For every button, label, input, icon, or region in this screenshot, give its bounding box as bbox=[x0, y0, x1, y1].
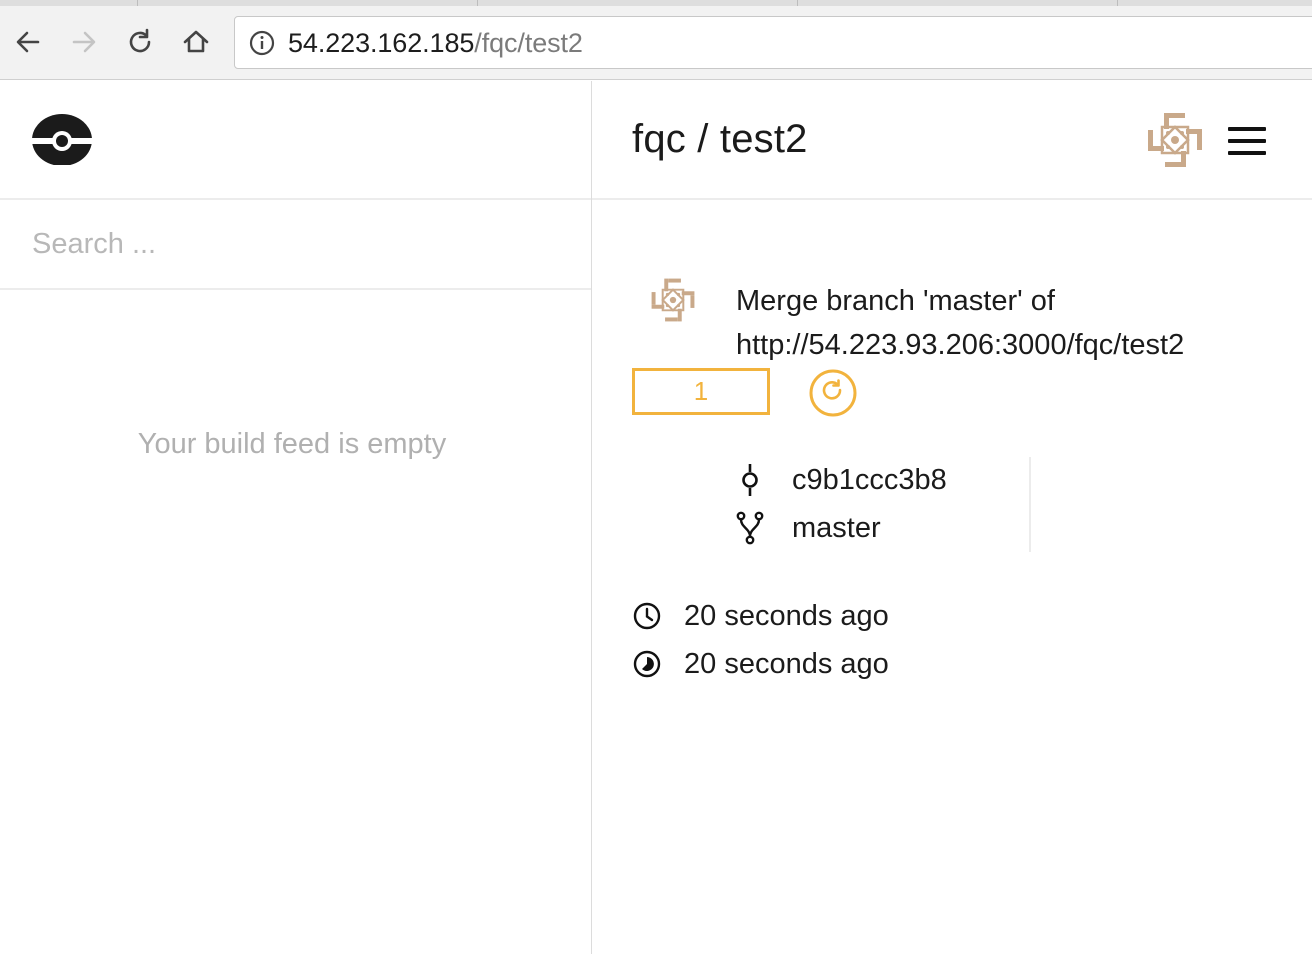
build-number-badge[interactable]: 1 bbox=[632, 368, 770, 415]
user-avatar[interactable] bbox=[1146, 111, 1204, 169]
address-url[interactable]: 54.223.162.185/fqc/test2 bbox=[288, 25, 583, 61]
home-button[interactable] bbox=[176, 22, 216, 62]
tab-strip bbox=[0, 0, 1312, 6]
commit-sha[interactable]: c9b1ccc3b8 bbox=[792, 464, 947, 497]
divider bbox=[0, 288, 591, 290]
divider bbox=[1029, 457, 1031, 552]
restart-build-icon[interactable] bbox=[808, 368, 858, 418]
menu-button[interactable] bbox=[1228, 127, 1266, 155]
url-path: /fqc/test2 bbox=[474, 28, 583, 58]
back-button[interactable] bbox=[8, 22, 48, 62]
url-host: 54.223.162.185 bbox=[288, 28, 475, 58]
page-title: fqc / test2 bbox=[632, 117, 808, 161]
commit-author-avatar bbox=[651, 278, 695, 322]
commit-sha-row: c9b1ccc3b8 bbox=[736, 460, 947, 500]
build-feed-sidebar: Your build feed is empty bbox=[0, 81, 591, 954]
duration-time: 20 seconds ago bbox=[684, 647, 889, 680]
branch-row: master bbox=[736, 508, 881, 548]
forward-button[interactable] bbox=[64, 22, 104, 62]
duration-row: 20 seconds ago bbox=[632, 644, 889, 684]
branch-name: master bbox=[792, 511, 881, 544]
commit-icon bbox=[742, 464, 758, 496]
divider bbox=[592, 198, 1312, 200]
home-icon bbox=[183, 30, 209, 53]
timelapse-icon bbox=[633, 650, 661, 678]
address-bar[interactable]: 54.223.162.185/fqc/test2 bbox=[234, 16, 1312, 69]
started-row: 20 seconds ago bbox=[632, 596, 889, 636]
back-arrow-icon bbox=[16, 31, 40, 53]
forward-arrow-icon bbox=[72, 31, 96, 53]
search-input[interactable] bbox=[0, 200, 591, 288]
reload-icon bbox=[129, 28, 151, 53]
branch-icon bbox=[736, 511, 764, 545]
info-icon[interactable] bbox=[249, 30, 275, 56]
clock-icon bbox=[633, 602, 661, 630]
reload-button[interactable] bbox=[120, 22, 160, 62]
commit-message: Merge branch 'master' of http://54.223.9… bbox=[736, 285, 1185, 361]
started-time: 20 seconds ago bbox=[684, 599, 889, 632]
build-detail-panel: fqc / test2 Merge branch 'master' of htt… bbox=[592, 81, 1312, 954]
drone-logo-icon[interactable] bbox=[31, 113, 93, 165]
empty-feed-message: Your build feed is empty bbox=[137, 428, 447, 460]
browser-toolbar: 54.223.162.185/fqc/test2 bbox=[0, 0, 1312, 80]
